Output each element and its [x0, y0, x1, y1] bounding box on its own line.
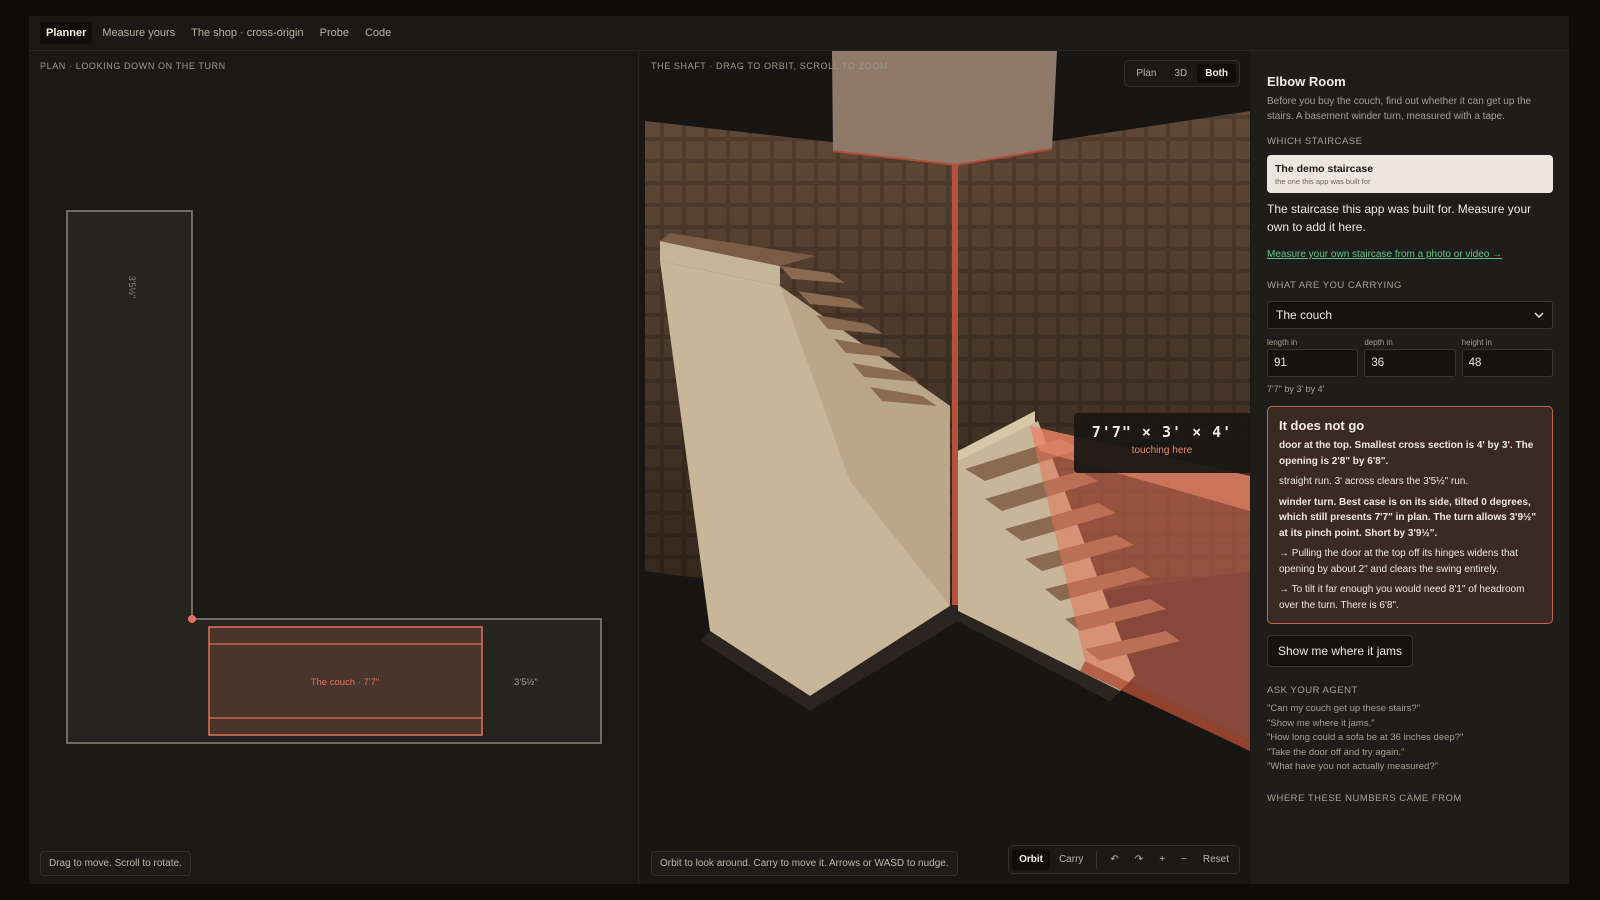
- agent-questions: "Can my couch get up these stairs?" "Sho…: [1267, 702, 1553, 775]
- shaft-controls: Orbit Carry ↶ ↷ + − Reset: [1008, 845, 1240, 874]
- length-label: length in: [1267, 338, 1298, 347]
- measure-own-link[interactable]: Measure your own staircase from a photo …: [1267, 249, 1553, 260]
- plan-canvas[interactable]: 3'5½" The couch · 7'7" 3'5½": [29, 51, 639, 884]
- staircase-card-title: The demo staircase: [1275, 163, 1374, 175]
- ask-agent-heading: ASK YOUR AGENT: [1267, 685, 1358, 696]
- dimension-inputs: length in 91 depth in 36 height in 48: [1267, 338, 1553, 377]
- view-toggle: Plan 3D Both: [1124, 60, 1240, 87]
- tab-measure-yours[interactable]: Measure yours: [96, 22, 181, 44]
- redo-icon[interactable]: ↷: [1128, 849, 1150, 870]
- agent-question[interactable]: "Take the door off and try again.": [1267, 746, 1553, 761]
- couch-label: The couch · 7'7": [311, 677, 380, 688]
- verdict-suggestion-tilt: → To tilt it far enough you would need 8…: [1279, 584, 1525, 611]
- length-input[interactable]: 91: [1267, 349, 1359, 377]
- depth-input[interactable]: 36: [1364, 349, 1456, 377]
- app-window: Planner Measure yours The shop · cross-o…: [29, 16, 1569, 884]
- which-staircase-heading: WHICH STAIRCASE: [1267, 136, 1363, 147]
- divider: [1096, 850, 1098, 869]
- item-select[interactable]: The couch: [1267, 301, 1553, 329]
- verdict-winder-turn: winder turn. Best case is on its side, t…: [1279, 496, 1537, 539]
- verdict-title: It does not go: [1279, 418, 1365, 433]
- verdict-suggestion-door: → Pulling the door at the top off its hi…: [1279, 548, 1518, 575]
- fit-dimensions: 7'7" × 3' × 4': [1091, 423, 1233, 441]
- carry-button[interactable]: Carry: [1052, 849, 1090, 870]
- undo-icon[interactable]: ↶: [1103, 849, 1125, 870]
- sidebar: Elbow Room Before you buy the couch, fin…: [1251, 51, 1569, 884]
- verdict-card: It does not go door at the top. Smallest…: [1267, 406, 1553, 624]
- pinch-point-marker: [188, 615, 196, 623]
- staircase-description: The staircase this app was built for. Me…: [1267, 202, 1532, 234]
- dimension-summary: 7'7" by 3' by 4': [1267, 384, 1325, 394]
- depth-label: depth in: [1364, 338, 1393, 347]
- agent-question[interactable]: "Show me where it jams.": [1267, 717, 1553, 732]
- agent-question[interactable]: "Can my couch get up these stairs?": [1267, 702, 1553, 717]
- app-title: Elbow Room: [1267, 74, 1346, 89]
- chevron-down-icon: [1534, 312, 1544, 318]
- agent-question[interactable]: "What have you not actually measured?": [1267, 760, 1553, 775]
- corner-post: [952, 165, 958, 605]
- agent-question[interactable]: "How long could a sofa be at 36 inches d…: [1267, 731, 1553, 746]
- top-nav: Planner Measure yours The shop · cross-o…: [29, 16, 1569, 51]
- plan-horizontal-dimension: 3'5½": [514, 677, 538, 688]
- staircase-card-subtitle: the one this app was built for: [1275, 177, 1371, 186]
- show-jam-button[interactable]: Show me where it jams: [1267, 635, 1414, 667]
- shaft-caption: THE SHAFT · DRAG TO ORBIT, SCROLL TO ZOO…: [651, 61, 888, 71]
- app-intro: Before you buy the couch, find out wheth…: [1267, 96, 1532, 122]
- item-select-value: The couch: [1276, 308, 1333, 322]
- fit-label: 7'7" × 3' × 4' touching here: [1074, 413, 1250, 473]
- view-3d-button[interactable]: 3D: [1166, 64, 1195, 83]
- tab-code[interactable]: Code: [359, 22, 397, 44]
- tab-the-shop[interactable]: The shop · cross-origin: [185, 22, 310, 44]
- height-input[interactable]: 48: [1461, 349, 1553, 377]
- reset-button[interactable]: Reset: [1196, 849, 1236, 870]
- tab-probe[interactable]: Probe: [314, 22, 355, 44]
- view-plan-button[interactable]: Plan: [1128, 64, 1164, 83]
- zoom-out-icon[interactable]: −: [1174, 849, 1194, 870]
- plan-hint: Drag to move. Scroll to rotate.: [40, 851, 191, 876]
- plan-vertical-dimension: 3'5½": [127, 276, 137, 298]
- fit-touch-note: touching here: [1131, 445, 1193, 456]
- view-both-button[interactable]: Both: [1197, 64, 1236, 83]
- shaft-hint: Orbit to look around. Carry to move it. …: [651, 851, 958, 876]
- numbers-source-heading: WHERE THESE NUMBERS CAME FROM: [1267, 792, 1462, 804]
- staircase-card-demo[interactable]: The demo staircase the one this app was …: [1267, 155, 1553, 193]
- zoom-in-icon[interactable]: +: [1152, 849, 1172, 870]
- tab-planner[interactable]: Planner: [40, 22, 93, 44]
- carrying-heading: WHAT ARE YOU CARRYING: [1267, 280, 1402, 291]
- verdict-door: door at the top. Smallest cross section …: [1279, 440, 1534, 467]
- verdict-straight-run: straight run. 3' across clears the 3'5½"…: [1279, 476, 1469, 487]
- orbit-button[interactable]: Orbit: [1012, 849, 1050, 870]
- shaft-panel[interactable]: THE SHAFT · DRAG TO ORBIT, SCROLL TO ZOO…: [640, 51, 1250, 884]
- height-label: height in: [1461, 338, 1492, 347]
- plan-panel[interactable]: PLAN · LOOKING DOWN ON THE TURN 3'5½" Th…: [29, 51, 639, 884]
